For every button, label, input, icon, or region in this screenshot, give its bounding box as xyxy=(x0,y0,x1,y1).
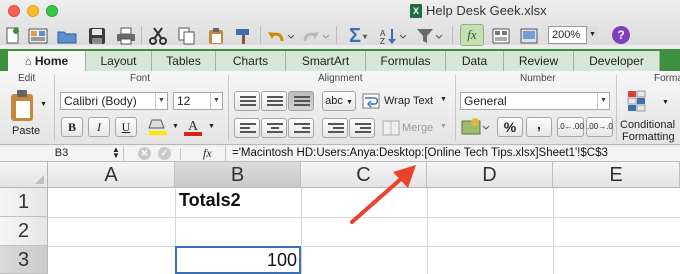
annotation-arrow xyxy=(350,165,416,224)
